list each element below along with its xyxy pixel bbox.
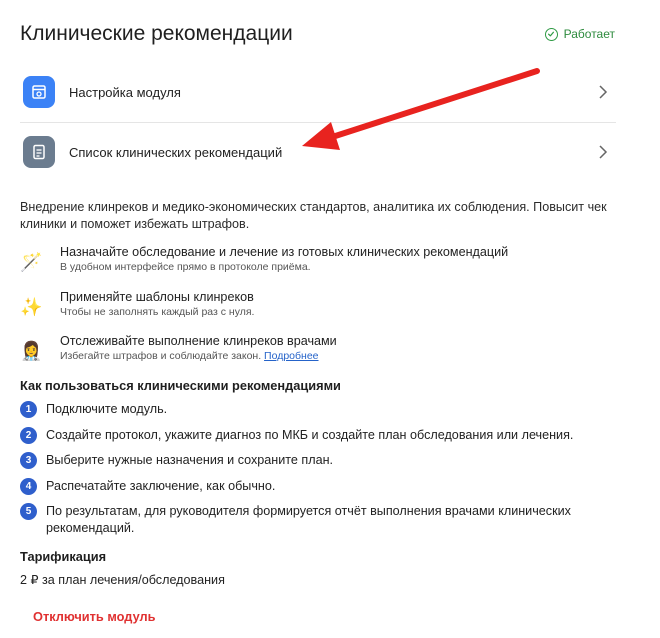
menu-item-label: Список клинических рекомендаций [69,144,283,160]
tariff-title: Тарификация [20,549,107,564]
check-circle-icon [544,27,558,41]
feature-subtitle: Чтобы не заполнять каждый раз с нуля. [60,306,255,318]
status-badge: Работает [544,27,615,41]
howto-title: Как пользоваться клиническими рекомендац… [20,378,341,393]
more-info-link[interactable]: Подробнее [264,350,318,362]
doctor-icon: 👩‍⚕️ [20,341,43,361]
feature-subtitle: В удобном интерфейсе прямо в протоколе п… [60,261,311,273]
feature-item: ✨ Применяйте шаблоны клинреков Чтобы не … [20,289,254,320]
document-list-icon [23,136,55,168]
step-text: По результатам, для руководителя формиру… [46,504,571,535]
feature-item: 👩‍⚕️ Отслеживайте выполнение клинреков в… [20,333,337,364]
step-text: Подключите модуль. [46,402,168,416]
step-item: 2 Создайте протокол, укажите диагноз по … [20,427,620,444]
feature-title: Применяйте шаблоны клинреков [60,290,254,304]
step-item: 3 Выберите нужные назначения и сохраните… [20,452,620,469]
menu-item-label: Настройка модуля [69,84,181,100]
step-item: 1 Подключите модуль. [20,401,620,418]
feature-subtitle: Избегайте штрафов и соблюдайте закон. По… [60,349,337,364]
feature-subtitle-text: Избегайте штрафов и соблюдайте закон. [60,350,262,362]
step-item: 4 Распечатайте заключение, как обычно. [20,478,620,495]
page-title: Клинические рекомендации [20,22,293,45]
feature-title: Назначайте обследование и лечение из гот… [60,245,509,259]
step-text: Создайте протокол, укажите диагноз по МК… [46,428,574,442]
status-text: Работает [563,27,615,41]
step-number: 3 [20,452,37,469]
sparkles-icon: ✨ [20,297,43,317]
module-settings-icon [23,76,55,108]
tariff-text: 2 ₽ за план лечения/обследования [20,573,225,587]
step-number: 5 [20,503,37,520]
step-item: 5 По результатам, для руководителя форми… [20,503,620,537]
step-number: 2 [20,427,37,444]
chevron-right-icon [599,145,608,159]
menu-item-module-settings[interactable]: Настройка модуля [20,63,616,121]
feature-item: 🪄 Назначайте обследование и лечение из г… [20,244,508,275]
step-text: Выберите нужные назначения и сохраните п… [46,453,334,467]
feature-title: Отслеживайте выполнение клинреков врачам… [60,334,337,348]
step-number: 1 [20,401,37,418]
step-number: 4 [20,478,37,495]
step-text: Распечатайте заключение, как обычно. [46,479,276,493]
menu-item-recommendations-list[interactable]: Список клинических рекомендаций [20,122,616,181]
module-description: Внедрение клинреков и медико-экономическ… [20,200,607,231]
magic-wand-icon: 🪄 [20,252,43,272]
chevron-right-icon [599,85,608,99]
disable-module-button[interactable]: Отключить модуль [33,609,156,624]
